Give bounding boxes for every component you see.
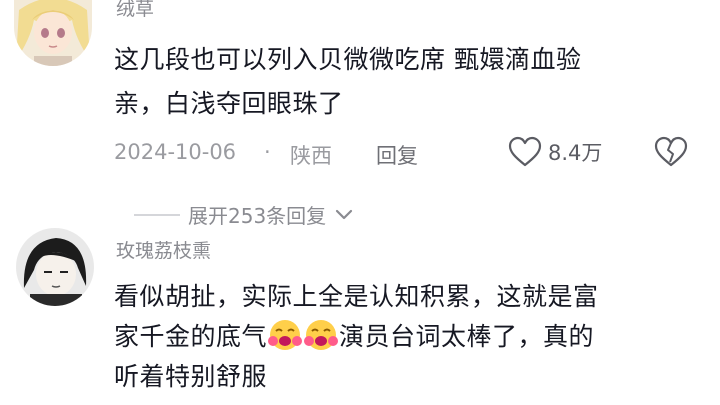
comment2-content-line1: 看似胡扯，实际上全是认知积累，这就是富 (114, 282, 599, 311)
comment1-content-line2: 亲，白浅夺回眼珠了 (114, 89, 344, 118)
comment1-like-count: 8.4万 (548, 141, 603, 165)
comment1-content: 这几段也可以列入贝微微吃席 甄嬛滴血验 亲，白浅夺回眼珠了 (114, 41, 704, 123)
meta-dot: · (264, 140, 271, 164)
crying-laughing-emoji-icon (268, 320, 303, 350)
comment1-date: 2024-10-06 (114, 140, 237, 164)
comment2-username[interactable]: 玫瑰荔枝熏 (116, 236, 211, 263)
comment1-location: 陕西 (290, 144, 332, 168)
comment1-username[interactable]: 绒草 (116, 0, 154, 21)
comment2-content-line2: 家千金的底气 演员台词太棒了，真的 (114, 318, 714, 356)
broken-heart-icon (654, 136, 688, 167)
expand-replies-button[interactable]: 展开253条回复 (134, 200, 354, 229)
heart-icon (508, 136, 542, 167)
expand-replies-label: 展开253条回复 (188, 204, 327, 228)
comment1-reply-button[interactable]: 回复 (376, 140, 418, 170)
comment2-line2-text-b: 演员台词太棒了，真的 (339, 322, 595, 351)
chevron-down-icon (336, 209, 353, 219)
comment1-content-line1: 这几段也可以列入贝微微吃席 甄嬛滴血验 (114, 45, 582, 74)
crying-laughing-emoji-icon (304, 320, 339, 350)
comment1-meta: 2024-10-06 · 陕西 回复 8.4万 (114, 136, 720, 170)
comment2-line2-text-a: 家千金的底气 (114, 322, 268, 351)
comment1-like-button[interactable]: 8.4万 (508, 136, 602, 168)
expand-divider-line (134, 213, 180, 216)
comment2-content-line3: 听着特别舒服 (114, 362, 268, 391)
comment1-dislike-button[interactable] (654, 136, 688, 173)
avatar-comment1[interactable] (14, 0, 92, 66)
avatar-comment2[interactable] (16, 228, 94, 306)
comment2-content: 看似胡扯，实际上全是认知积累，这就是富 家千金的底气 演员台词太棒了，真的 听着… (114, 278, 714, 396)
